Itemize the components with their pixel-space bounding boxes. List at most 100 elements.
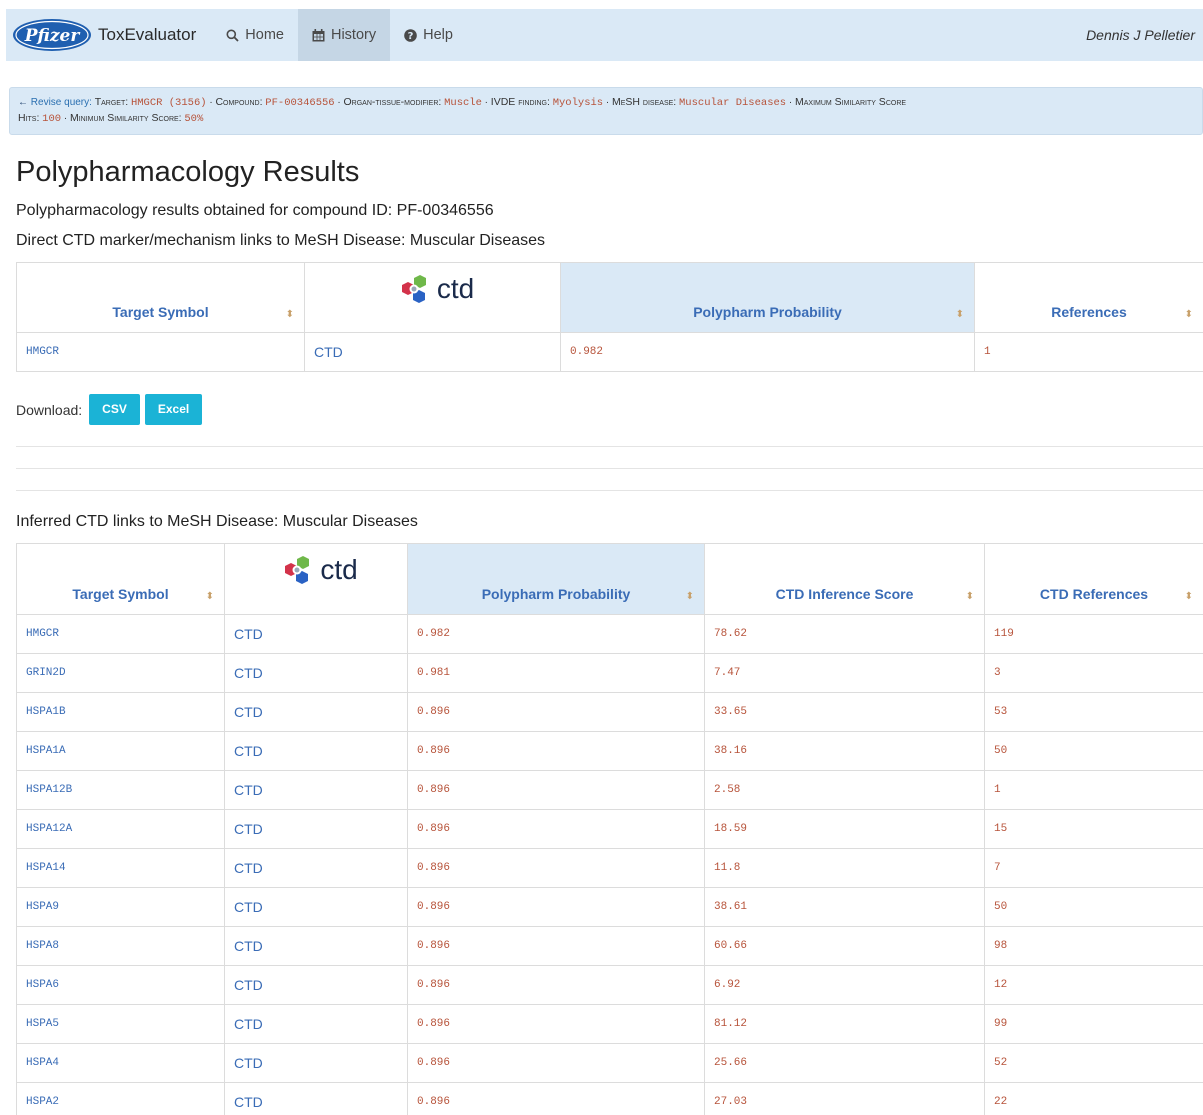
ctd-link[interactable]: CTD [224,887,408,927]
target-symbol-link[interactable]: HMGCR [16,332,305,372]
target-symbol-link[interactable]: HMGCR [16,614,225,654]
compound-label: Compound: [215,96,263,108]
header-label: CTD References [1039,586,1149,602]
polypharm-probability-cell: 0.896 [407,965,705,1005]
ctd-link[interactable]: CTD [224,770,408,810]
inferred-links-table: Target Symbol ⬍ ctd Polypharm Probabilit… [16,543,1203,1115]
ctd-inference-score-cell: 27.03 [704,1082,985,1115]
ctd-link[interactable]: CTD [224,1082,408,1115]
header-references[interactable]: References ⬍ [974,262,1203,333]
compound-value: PF-00346556 [265,97,335,109]
ctd-inference-score-cell: 7.47 [704,653,985,693]
ctd-inference-score-cell: 38.61 [704,887,985,927]
table-row: HSPA1A CTD 0.896 38.16 50 [16,731,1203,771]
table-row: GRIN2D CTD 0.981 7.47 3 [16,653,1203,693]
sort-icon: ⬍ [205,591,214,602]
nav-help-label: Help [423,27,453,43]
ctd-link[interactable]: CTD [304,332,561,372]
ctd-references-cell: 52 [984,1043,1203,1083]
header-target-symbol[interactable]: Target Symbol ⬍ [16,543,225,615]
ctd-references-cell: 22 [984,1082,1203,1115]
target-symbol-link[interactable]: HSPA8 [16,926,225,966]
target-symbol-link[interactable]: HSPA9 [16,887,225,927]
polypharm-probability-cell: 0.896 [407,848,705,888]
min-similarity-value: 50% [184,113,204,125]
ctd-references-cell: 12 [984,965,1203,1005]
target-value: HMGCR (3156) [130,97,207,109]
hits-value: 100 [42,113,62,125]
target-symbol-link[interactable]: HSPA6 [16,965,225,1005]
polypharm-probability-cell: 0.896 [407,887,705,927]
ctd-references-cell: 7 [984,848,1203,888]
direct-links-heading: Direct CTD marker/mechanism links to MeS… [16,232,546,249]
target-symbol-link[interactable]: HSPA5 [16,1004,225,1044]
table-row: HSPA12A CTD 0.896 18.59 15 [16,809,1203,849]
ctd-link[interactable]: CTD [224,1004,408,1044]
target-symbol-link[interactable]: HSPA4 [16,1043,225,1083]
polypharm-probability-cell: 0.896 [407,770,705,810]
target-symbol-link[interactable]: HSPA14 [16,848,225,888]
target-symbol-link[interactable]: HSPA12B [16,770,225,810]
query-line-1: ← Revise query: Target: HMGCR (3156) · C… [18,96,907,109]
target-symbol-link[interactable]: HSPA1B [16,692,225,732]
pfizer-logo: Pfizer [13,19,91,51]
ctd-link[interactable]: CTD [224,653,408,693]
csv-button[interactable]: CSV [89,394,140,425]
revise-query-link[interactable]: Revise query: [31,97,92,108]
inferred-table-body: HMGCR CTD 0.982 78.62 119 GRIN2D CTD 0.981 7.47 3… [16,614,1203,1115]
header-ctd-inference-score[interactable]: CTD Inference Score ⬍ [704,543,985,615]
ctd-references-cell: 50 [984,887,1203,927]
header-polypharm-probability[interactable]: Polypharm Probability ⬍ [560,262,975,333]
ctd-link[interactable]: CTD [224,692,408,732]
ctd-link[interactable]: CTD [224,848,408,888]
inferred-links-heading: Inferred CTD links to MeSH Disease: Musc… [16,513,418,530]
sort-icon: ⬍ [1184,591,1193,602]
ctd-link[interactable]: CTD [224,1043,408,1083]
table-row: HSPA1B CTD 0.896 33.65 53 [16,692,1203,732]
target-label: Target: [94,96,129,108]
ctd-references-cell: 98 [984,926,1203,966]
ctd-inference-score-cell: 2.58 [704,770,985,810]
nav-help[interactable]: ? Help [390,9,467,61]
target-symbol-link[interactable]: HSPA12A [16,809,225,849]
polypharm-probability-cell: 0.896 [407,1004,705,1044]
nav-home-label: Home [245,27,284,43]
ivde-value: Myolysis [552,97,604,109]
nav-home[interactable]: Home [212,9,298,61]
target-symbol-link[interactable]: HSPA1A [16,731,225,771]
header-label: Target Symbol [112,304,209,320]
header-label: Target Symbol [72,586,169,602]
arrow-left-icon: ← [18,97,28,108]
brand[interactable]: Pfizer ToxEvaluator [6,9,196,61]
ctd-inference-score-cell: 33.65 [704,692,985,732]
ctd-link[interactable]: CTD [224,926,408,966]
ctd-references-cell: 99 [984,1004,1203,1044]
query-summary-bar: ← Revise query: Target: HMGCR (3156) · C… [9,87,1203,135]
ctd-references-cell: 15 [984,809,1203,849]
download-label: Download: [16,401,83,418]
polypharm-probability-cell: 0.896 [407,692,705,732]
ctd-link[interactable]: CTD [224,614,408,654]
sort-icon: ⬍ [965,591,974,602]
header-ctd-logo: ctd [224,543,408,615]
sort-icon: ⬍ [955,309,964,320]
ctd-link[interactable]: CTD [224,809,408,849]
ctd-link[interactable]: CTD [224,965,408,1005]
polypharm-probability-cell: 0.896 [407,731,705,771]
user-name[interactable]: Dennis J Pelletier [1086,27,1195,43]
hits-label: Hits: [18,112,40,124]
nav-history[interactable]: History [297,9,391,61]
header-target-symbol[interactable]: Target Symbol ⬍ [16,262,305,333]
table-header-row: Target Symbol ⬍ ctd Polypharm Probabilit… [16,262,1203,333]
ivde-label: IVDE finding: [490,96,550,108]
target-symbol-link[interactable]: HSPA2 [16,1082,225,1115]
table-row: HSPA9 CTD 0.896 38.61 50 [16,887,1203,927]
app-name: ToxEvaluator [98,25,197,44]
header-polypharm-probability[interactable]: Polypharm Probability ⬍ [407,543,705,615]
ctd-references-cell: 119 [984,614,1203,654]
ctd-link[interactable]: CTD [224,731,408,771]
target-symbol-link[interactable]: GRIN2D [16,653,225,693]
header-ctd-references[interactable]: CTD References ⬍ [984,543,1203,615]
sort-icon: ⬍ [685,591,694,602]
excel-button[interactable]: Excel [144,394,203,425]
